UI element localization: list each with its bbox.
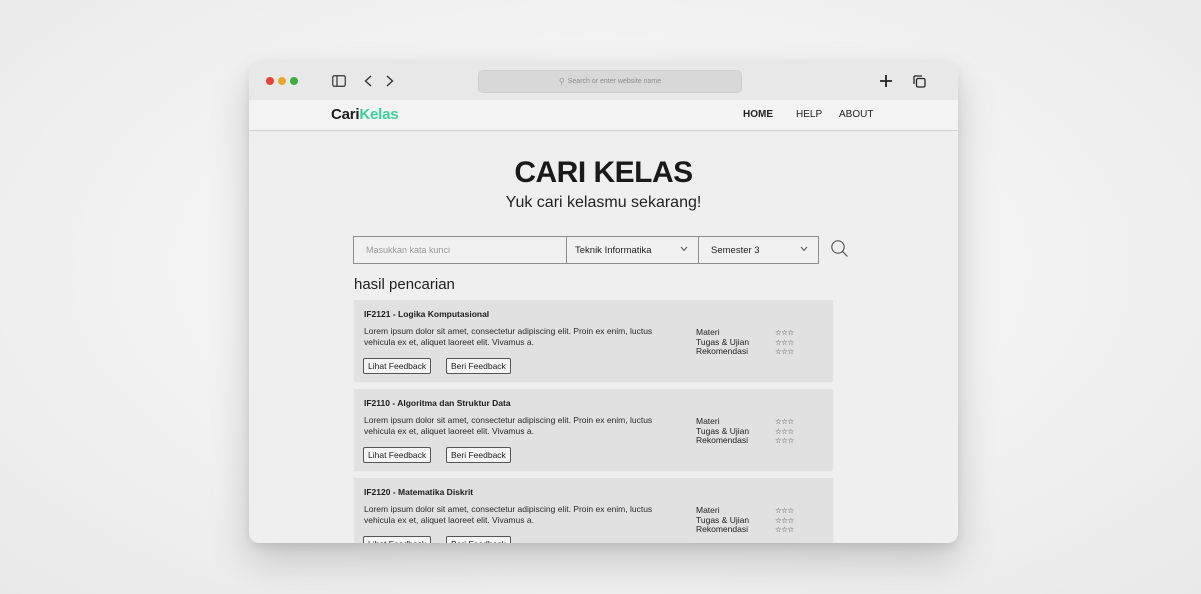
page-title: CARI KELAS [514, 156, 693, 189]
sidebar-icon[interactable] [331, 70, 347, 92]
stars-rekomendasi: ☆☆☆ [775, 436, 794, 445]
search-icon: ⚲ [558, 77, 565, 86]
plus-icon[interactable] [877, 70, 895, 92]
semester-selected-value: Semester 3 [711, 244, 760, 256]
star-outline-icon: ☆☆☆ ☆☆☆ ☆☆☆ [775, 328, 794, 357]
address-bar[interactable]: ⚲ Search or enter website name [478, 70, 742, 93]
keyword-input[interactable] [354, 237, 564, 263]
address-placeholder: Search or enter website name [567, 78, 662, 85]
lihat-feedback-button[interactable]: Lihat Feedback [363, 358, 432, 374]
chevron-down-icon [680, 244, 688, 254]
site-header: CariKelas HOME HELP ABOUT [249, 100, 958, 131]
chevron-right-icon[interactable] [383, 70, 397, 92]
close-window-button[interactable] [266, 77, 274, 85]
stars-tugas: ☆☆☆ [775, 337, 794, 347]
rating-labels: Materi Tugas & Ujian Rekomendasi [696, 505, 749, 535]
maximize-window-button[interactable] [290, 77, 298, 85]
page-subtitle: Yuk cari kelasmu sekarang! [505, 194, 702, 211]
course-title[interactable]: IF2110 - Algoritma dan Struktur Data [364, 398, 511, 408]
course-description: Lorem ipsum dolor sit amet, consectetur … [364, 326, 653, 347]
nav-help[interactable]: HELP [796, 109, 822, 120]
course-description: Lorem ipsum dolor sit amet, consectetur … [364, 504, 653, 525]
minimize-window-button[interactable] [278, 77, 286, 85]
chevron-left-icon[interactable] [361, 70, 375, 92]
course-title[interactable]: IF2121 - Logika Komputasional [364, 309, 489, 319]
site-logo[interactable]: CariKelas [331, 106, 399, 123]
stars-tugas: ☆☆☆ [775, 515, 794, 525]
course-title[interactable]: IF2120 - Matematika Diskrit [364, 487, 473, 497]
results-heading: hasil pencarian [354, 276, 455, 293]
search-icon[interactable] [830, 239, 850, 259]
course-card: IF2121 - Logika Komputasional Lorem ipsu… [354, 300, 833, 381]
star-outline-icon: ☆☆☆ ☆☆☆ ☆☆☆ [775, 417, 794, 446]
jurusan-select[interactable]: Teknik Informatika [566, 237, 698, 263]
logo-text-kelas: Kelas [359, 106, 399, 123]
lihat-feedback-button[interactable]: Lihat Feedback [363, 536, 432, 543]
course-description: Lorem ipsum dolor sit amet, consectetur … [364, 415, 653, 436]
nav-home[interactable]: HOME [743, 109, 773, 120]
nav-about[interactable]: ABOUT [839, 109, 873, 120]
semester-select[interactable]: Semester 3 [698, 237, 818, 263]
lihat-feedback-button[interactable]: Lihat Feedback [363, 447, 432, 463]
beri-feedback-button[interactable]: Beri Feedback [446, 447, 511, 463]
stars-rekomendasi: ☆☆☆ [775, 525, 794, 534]
rating-labels: Materi Tugas & Ujian Rekomendasi [696, 327, 749, 357]
browser-window: ⚲ Search or enter website name CariKelas… [249, 62, 958, 543]
course-card: IF2120 - Matematika Diskrit Lorem ipsum … [354, 478, 833, 543]
stars-tugas: ☆☆☆ [775, 426, 794, 436]
rating-labels: Materi Tugas & Ujian Rekomendasi [696, 416, 749, 446]
star-outline-icon: ☆☆☆ ☆☆☆ ☆☆☆ [775, 506, 794, 535]
chevron-down-icon [800, 244, 808, 254]
stars-materi: ☆☆☆ [775, 328, 794, 337]
jurusan-selected-value: Teknik Informatika [575, 244, 652, 256]
rating-label-rekomendasi: Rekomendasi [696, 435, 748, 445]
beri-feedback-button[interactable]: Beri Feedback [446, 536, 511, 543]
logo-text-cari: Cari [331, 106, 360, 123]
course-card: IF2110 - Algoritma dan Struktur Data Lor… [354, 389, 833, 470]
beri-feedback-button[interactable]: Beri Feedback [446, 358, 511, 374]
search-form: Teknik Informatika Semester 3 [353, 236, 819, 264]
stars-materi: ☆☆☆ [775, 506, 794, 515]
rating-label-rekomendasi: Rekomendasi [696, 346, 748, 356]
rating-label-rekomendasi: Rekomendasi [696, 524, 748, 534]
stars-materi: ☆☆☆ [775, 417, 794, 426]
tabs-icon[interactable] [911, 70, 927, 92]
browser-toolbar: ⚲ Search or enter website name [249, 62, 958, 101]
stars-rekomendasi: ☆☆☆ [775, 347, 794, 356]
